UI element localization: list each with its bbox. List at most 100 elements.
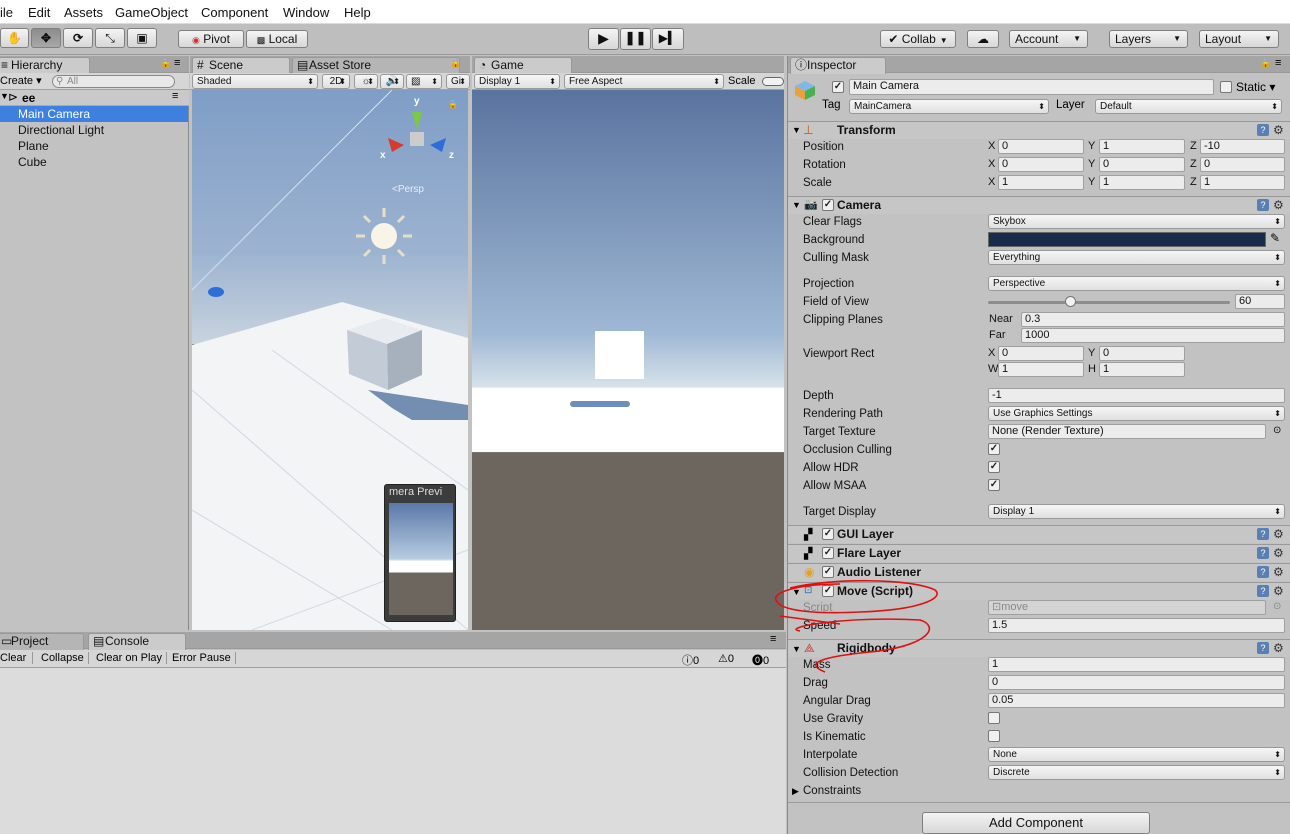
rotate-tool-button[interactable]: ⟳ xyxy=(63,28,93,48)
mass-field[interactable]: 1 xyxy=(988,657,1285,672)
gear-icon[interactable]: ⚙ xyxy=(1273,585,1284,597)
viewport-w-field[interactable]: 1 xyxy=(998,362,1084,377)
expand-arrow-icon[interactable]: ▼ xyxy=(792,125,801,135)
scene-viewport[interactable]: y x z 🔒 <Persp mera Previ xyxy=(192,90,468,630)
tab-scene[interactable]: # Scene xyxy=(192,57,290,74)
clear-flags-dropdown[interactable]: Skybox xyxy=(988,214,1285,229)
fov-field[interactable]: 60 xyxy=(1235,294,1285,309)
pause-button[interactable]: ❚❚ xyxy=(620,28,651,50)
gui-layer-checkbox[interactable]: ✓ xyxy=(822,528,834,540)
2d-toggle[interactable]: 2D xyxy=(322,74,350,89)
tab-hierarchy[interactable]: ≡ Hierarchy xyxy=(0,57,90,74)
warning-toggle[interactable]: ⚠0 xyxy=(718,652,734,665)
layer-dropdown[interactable]: Default xyxy=(1095,99,1282,114)
tab-game[interactable]: ◔ Game xyxy=(474,57,572,74)
panel-menu-icon[interactable]: ≡ xyxy=(1275,57,1281,69)
panel-menu-icon[interactable]: ≡ xyxy=(174,57,180,69)
shading-dropdown[interactable]: Shaded xyxy=(192,74,318,89)
info-toggle[interactable]: ⓘ0 xyxy=(682,652,699,668)
active-checkbox[interactable]: ✓ xyxy=(832,81,844,93)
speed-field[interactable]: 1.5 xyxy=(988,618,1285,633)
menu-edit[interactable]: Edit xyxy=(28,5,50,20)
lock-icon[interactable]: 🔒 xyxy=(1260,58,1271,69)
static-checkbox[interactable] xyxy=(1220,81,1232,93)
error-pause-button[interactable]: Error Pause xyxy=(172,652,236,664)
background-color-swatch[interactable] xyxy=(988,232,1266,247)
collapse-button[interactable]: Collapse xyxy=(41,652,89,664)
help-icon[interactable]: ? xyxy=(1257,528,1269,540)
depth-field[interactable]: -1 xyxy=(988,388,1285,403)
hierarchy-item[interactable]: Directional Light xyxy=(0,122,188,138)
constraints-label[interactable]: Constraints xyxy=(803,783,861,799)
use-gravity-checkbox[interactable] xyxy=(988,712,1000,724)
near-field[interactable]: 0.3 xyxy=(1021,312,1285,327)
flare-layer-checkbox[interactable]: ✓ xyxy=(822,547,834,559)
scale-y-field[interactable]: 1 xyxy=(1099,175,1185,190)
layers-dropdown[interactable]: Layers ▼ xyxy=(1109,30,1188,48)
scale-slider[interactable] xyxy=(762,77,784,86)
tag-dropdown[interactable]: MainCamera xyxy=(849,99,1049,114)
hierarchy-search-input[interactable]: ⚲ All xyxy=(52,75,175,88)
target-display-dropdown[interactable]: Display 1 xyxy=(988,504,1285,519)
menu-window[interactable]: Window xyxy=(283,5,329,20)
gear-icon[interactable]: ⚙ xyxy=(1273,528,1284,540)
menu-component[interactable]: Component xyxy=(201,5,268,20)
gear-icon[interactable]: ⚙ xyxy=(1273,199,1284,211)
menu-assets[interactable]: Assets xyxy=(64,5,103,20)
target-texture-field[interactable]: None (Render Texture) xyxy=(988,424,1266,439)
scene-menu-icon[interactable]: ≡ xyxy=(172,90,178,102)
hand-tool-button[interactable]: ✋ xyxy=(0,28,29,48)
eyedropper-icon[interactable]: ✎ xyxy=(1270,231,1280,245)
hierarchy-item[interactable]: Main Camera xyxy=(0,106,188,122)
lock-icon[interactable]: 🔒 xyxy=(448,100,458,109)
viewport-h-field[interactable]: 1 xyxy=(1099,362,1185,377)
menu-file[interactable]: ile xyxy=(0,5,13,20)
persp-label[interactable]: <Persp xyxy=(392,184,424,195)
console-log-area[interactable] xyxy=(0,668,786,834)
display-dropdown[interactable]: Display 1 xyxy=(474,74,560,89)
gear-icon[interactable]: ⚙ xyxy=(1273,642,1284,654)
interpolate-dropdown[interactable]: None xyxy=(988,747,1285,762)
scale-tool-button[interactable]: ⤡ xyxy=(95,28,125,48)
rect-tool-button[interactable]: ▣ xyxy=(127,28,157,48)
error-toggle[interactable]: ⓿0 xyxy=(752,652,769,668)
help-icon[interactable]: ? xyxy=(1257,547,1269,559)
rotation-y-field[interactable]: 0 xyxy=(1099,157,1185,172)
fov-slider-track[interactable] xyxy=(988,301,1230,304)
help-icon[interactable]: ? xyxy=(1257,642,1269,654)
help-icon[interactable]: ? xyxy=(1257,585,1269,597)
collab-dropdown[interactable]: ✔ Collab ▼ xyxy=(880,30,956,48)
scale-z-field[interactable]: 1 xyxy=(1200,175,1285,190)
hierarchy-item[interactable]: Plane xyxy=(0,138,188,154)
lighting-toggle[interactable]: ☼ xyxy=(354,74,378,89)
help-icon[interactable]: ? xyxy=(1257,199,1269,211)
position-z-field[interactable]: -10 xyxy=(1200,139,1285,154)
move-tool-button[interactable]: ✥ xyxy=(31,28,61,48)
viewport-x-field[interactable]: 0 xyxy=(998,346,1084,361)
is-kinematic-checkbox[interactable] xyxy=(988,730,1000,742)
gizmos-dropdown[interactable]: Gi xyxy=(446,74,470,89)
menu-help[interactable]: Help xyxy=(344,5,371,20)
cloud-button[interactable]: ☁ xyxy=(967,30,999,48)
viewport-y-field[interactable]: 0 xyxy=(1099,346,1185,361)
account-dropdown[interactable]: Account ▼ xyxy=(1009,30,1088,48)
angular-drag-field[interactable]: 0.05 xyxy=(988,693,1285,708)
audio-toggle[interactable]: 🔊 xyxy=(380,74,404,89)
lock-icon[interactable]: 🔒 xyxy=(450,58,461,69)
step-button[interactable]: ▶▍ xyxy=(652,28,684,50)
effects-dropdown[interactable]: ▨ xyxy=(406,74,442,89)
gear-icon[interactable]: ⚙ xyxy=(1273,547,1284,559)
drag-field[interactable]: 0 xyxy=(988,675,1285,690)
projection-dropdown[interactable]: Perspective xyxy=(988,276,1285,291)
clear-on-play-button[interactable]: Clear on Play xyxy=(96,652,168,664)
position-x-field[interactable]: 0 xyxy=(998,139,1084,154)
menu-gameobject[interactable]: GameObject xyxy=(115,5,188,20)
expand-arrow-icon[interactable]: ▼ xyxy=(792,200,801,210)
gear-icon[interactable]: ⚙ xyxy=(1273,124,1284,136)
object-picker-icon[interactable]: ⊙ xyxy=(1273,425,1281,436)
aspect-dropdown[interactable]: Free Aspect xyxy=(564,74,724,89)
tab-asset-store[interactable]: ▤ Asset Store xyxy=(292,57,460,74)
scene-root-row[interactable]: ▼ ⊳ ee ≡ xyxy=(0,90,189,106)
occlusion-culling-checkbox[interactable]: ✓ xyxy=(988,443,1000,455)
camera-enabled-checkbox[interactable]: ✓ xyxy=(822,199,834,211)
